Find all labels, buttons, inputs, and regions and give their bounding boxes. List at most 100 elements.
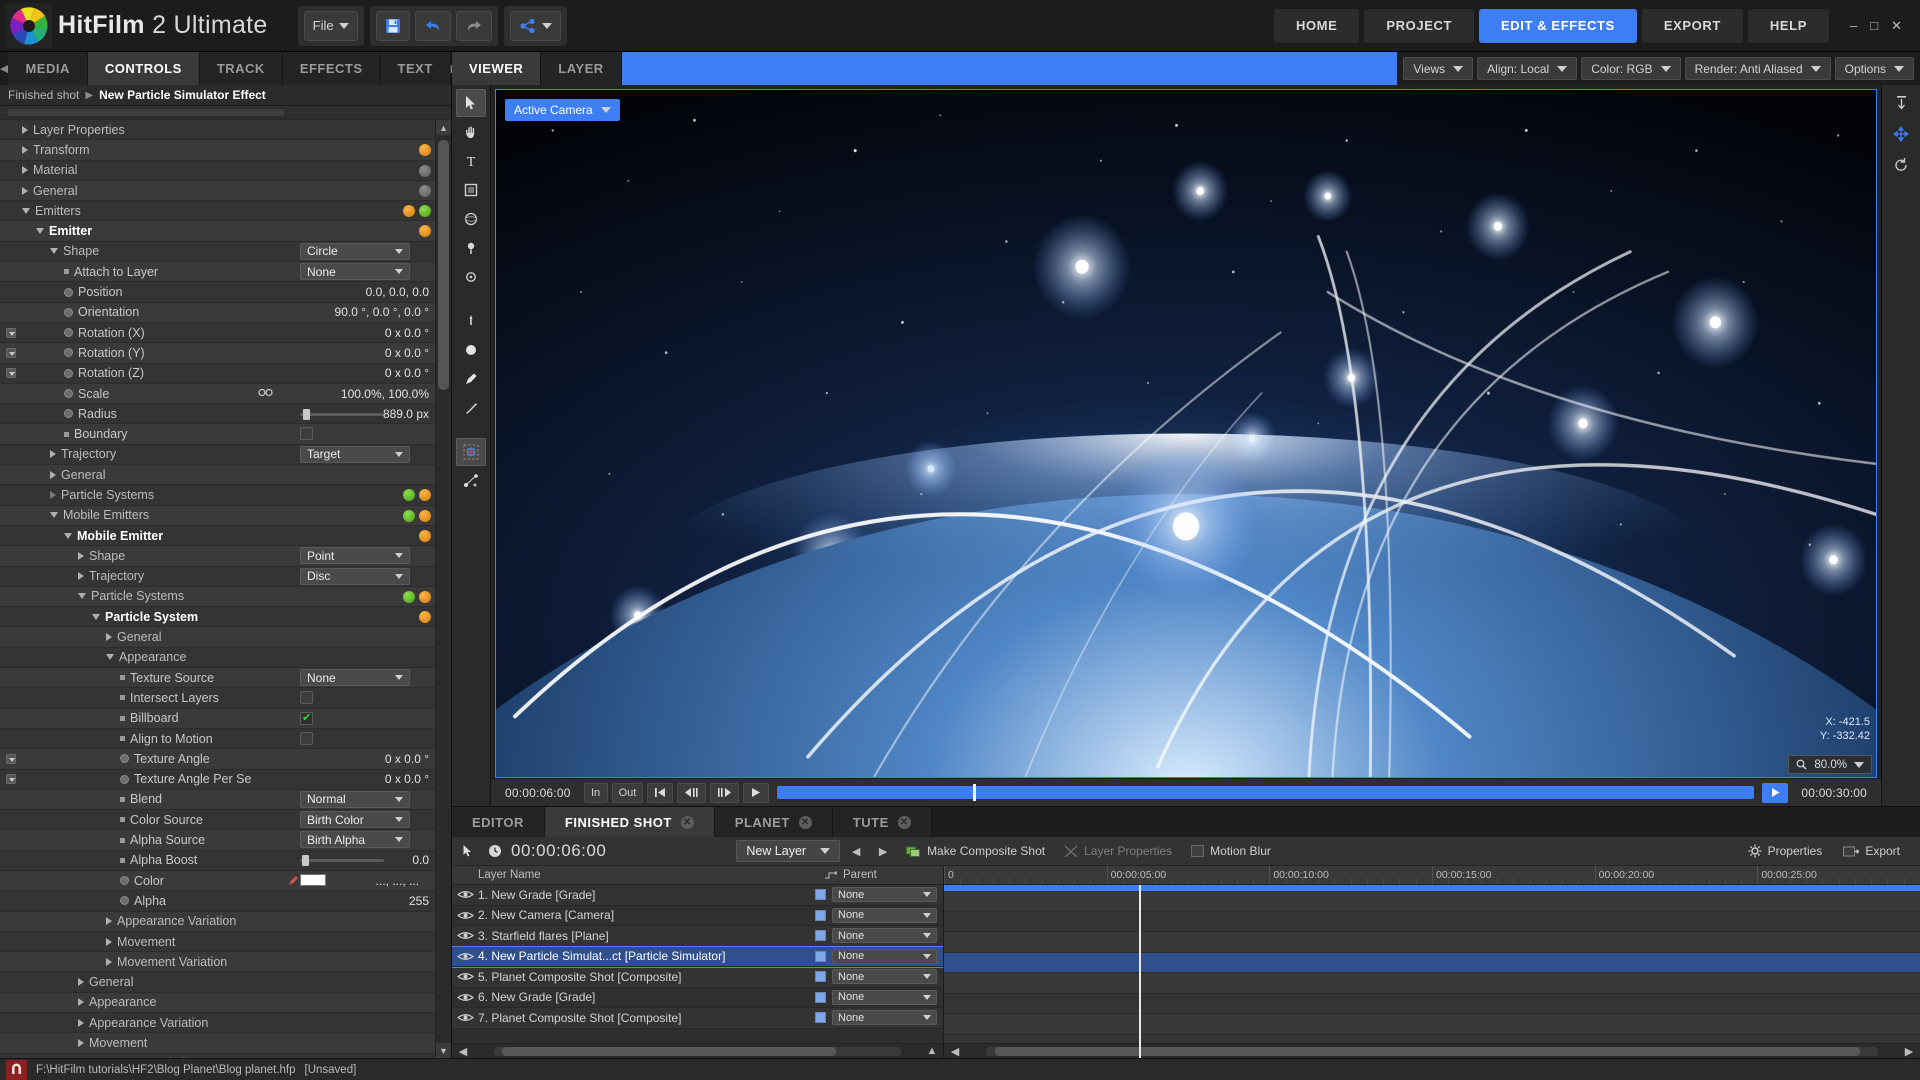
visibility-toggle-icon[interactable] [452, 971, 478, 982]
layer-parent-dropdown[interactable]: None [832, 969, 937, 985]
keyframe-toggle[interactable] [0, 753, 22, 764]
tab-finished-shot[interactable]: FINISHED SHOT ✕ [544, 807, 715, 837]
tabs-scroll-left-icon[interactable]: ◀ [0, 52, 8, 85]
color-swatch[interactable] [300, 873, 326, 886]
property-slider[interactable] [300, 408, 384, 420]
twirl-down-icon[interactable] [22, 207, 30, 214]
property-value[interactable]: 0 x 0.0 ° [385, 366, 429, 380]
twirl-right-icon[interactable] [78, 572, 84, 581]
mask-freehand-tool[interactable] [456, 394, 486, 422]
keyframe-dot-icon[interactable] [120, 876, 129, 886]
add-indicator-icon[interactable] [403, 509, 415, 522]
crop-tool[interactable] [456, 176, 486, 204]
track-row[interactable] [944, 932, 1920, 953]
disabled-indicator-icon[interactable] [419, 164, 431, 177]
twirl-right-icon[interactable] [22, 125, 28, 134]
layer-parent-dropdown[interactable]: None [832, 989, 937, 1005]
keyframe-dot-icon[interactable] [64, 389, 73, 398]
new-layer-button[interactable]: New Layer [736, 840, 841, 862]
property-row[interactable]: Intersect Layers [0, 688, 435, 709]
property-row[interactable]: Rotation (X) 0 x 0.0 ° [0, 322, 435, 344]
property-row[interactable]: Movement [0, 931, 435, 953]
color-dropdown[interactable]: Color: RGB [1581, 57, 1681, 80]
layer-row[interactable]: 6. New Grade [Grade] None [452, 987, 943, 1008]
add-indicator-icon[interactable] [403, 590, 415, 603]
close-icon[interactable]: ✕ [798, 815, 812, 829]
property-row[interactable]: Mobile Emitters [0, 505, 435, 526]
property-row[interactable]: Boundary [0, 424, 435, 445]
magnet-icon[interactable] [6, 1059, 27, 1080]
nav-edit-effects[interactable]: EDIT & EFFECTS [1479, 8, 1637, 43]
minimize-icon[interactable]: – [1850, 18, 1857, 33]
keyframe-dot-icon[interactable] [64, 328, 73, 338]
layer-color-swatch[interactable] [815, 1012, 826, 1024]
share-button[interactable] [509, 10, 561, 41]
tab-text[interactable]: TEXT [380, 52, 451, 85]
anchor-point-tool[interactable] [456, 438, 486, 466]
visibility-toggle-icon[interactable] [452, 992, 478, 1003]
track-row[interactable] [944, 911, 1920, 932]
keyframe-dot-icon[interactable] [120, 896, 129, 906]
property-row[interactable]: Scale 100.0%, 100.0% [0, 383, 435, 405]
enabled-indicator-icon[interactable] [419, 144, 431, 157]
property-row[interactable]: Alpha Source Birth Alpha [0, 830, 435, 851]
layer-parent-dropdown[interactable]: None [832, 907, 937, 923]
close-icon[interactable]: ✕ [1891, 18, 1902, 34]
make-composite-shot-button[interactable]: Make Composite Shot [899, 840, 1052, 862]
visibility-toggle-icon[interactable] [452, 889, 478, 900]
property-row[interactable]: Particle Systems [0, 485, 435, 506]
track-row[interactable] [944, 973, 1920, 994]
keyframe-dot-icon[interactable] [64, 287, 73, 297]
property-dropdown[interactable]: Birth Color [300, 811, 410, 829]
keyframe-dot-icon[interactable] [64, 368, 73, 378]
twirl-right-icon[interactable] [50, 470, 56, 479]
property-row[interactable]: Particle System [0, 607, 435, 628]
nav-next-keyframe-icon[interactable]: ▶ [872, 840, 894, 862]
property-row[interactable]: General [0, 972, 435, 993]
active-camera-selector[interactable]: Active Camera [505, 99, 620, 121]
viewer-current-time[interactable]: 00:00:06:00 [496, 786, 580, 800]
property-row[interactable]: Position 0.0, 0.0, 0.0 [0, 282, 435, 303]
tab-controls[interactable]: CONTROLS [87, 52, 200, 85]
property-row[interactable]: Rotation (Z) 0 x 0.0 ° [0, 363, 435, 384]
property-row[interactable]: Movement Variation [0, 1053, 435, 1058]
tab-planet[interactable]: PLANET ✕ [714, 807, 833, 837]
property-row[interactable]: Shape Circle [0, 241, 435, 263]
property-row[interactable]: Appearance [0, 992, 435, 1014]
refresh-icon[interactable] [1886, 151, 1916, 179]
property-row[interactable]: Rotation (Y) 0 x 0.0 ° [0, 343, 435, 364]
transform-tool[interactable] [456, 467, 486, 495]
breadcrumb-root[interactable]: Finished shot [8, 88, 79, 102]
options-dropdown[interactable]: Options [1834, 57, 1914, 80]
track-row[interactable] [944, 993, 1920, 1014]
twirl-down-icon[interactable] [50, 512, 58, 519]
twirl-right-icon[interactable] [106, 957, 112, 966]
nav-help[interactable]: HELP [1747, 8, 1829, 43]
maximize-icon[interactable]: □ [1870, 18, 1878, 33]
nav-export[interactable]: EXPORT [1641, 8, 1743, 43]
property-row[interactable]: Radius 889.0 px [0, 404, 435, 425]
orbit-tool[interactable] [456, 205, 486, 233]
property-value[interactable]: 0 x 0.0 ° [385, 752, 429, 766]
property-row[interactable]: Billboard [0, 708, 435, 729]
layer-parent-dropdown[interactable]: None [832, 928, 937, 944]
add-indicator-icon[interactable] [419, 205, 431, 218]
enabled-indicator-icon[interactable] [419, 509, 431, 522]
property-row[interactable]: Appearance [0, 647, 435, 669]
property-row[interactable]: Color ..., ..., ... [0, 870, 435, 892]
keyframe-dot-icon[interactable] [64, 348, 73, 358]
twirl-right-icon[interactable] [22, 145, 28, 154]
go-to-start-button[interactable] [647, 782, 674, 803]
dolly-tool[interactable] [456, 263, 486, 291]
eyedropper-icon[interactable] [288, 875, 299, 886]
scroll-down-icon[interactable]: ▼ [436, 1043, 451, 1058]
property-row[interactable]: Emitters [0, 201, 435, 222]
layer-color-swatch[interactable] [815, 991, 826, 1003]
property-dropdown[interactable]: Target [300, 445, 410, 463]
property-row[interactable]: General [0, 465, 435, 486]
property-row[interactable]: Attach to Layer None [0, 262, 435, 283]
layer-row[interactable]: 4. New Particle Simulat...ct [Particle S… [452, 945, 943, 968]
twirl-down-icon[interactable] [78, 593, 86, 600]
file-menu-button[interactable]: File [303, 10, 358, 41]
add-indicator-icon[interactable] [403, 489, 415, 502]
